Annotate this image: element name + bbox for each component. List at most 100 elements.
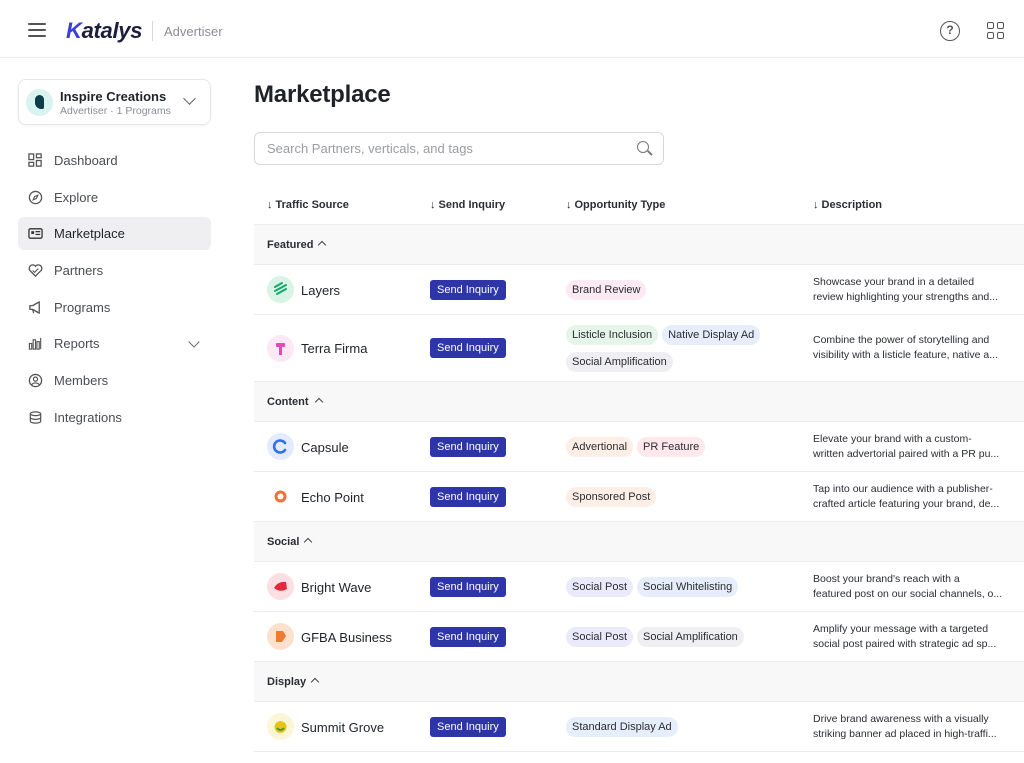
column-header-traffic-source[interactable]: ↓ Traffic Source (267, 199, 349, 211)
chevron-up-icon[interactable] (303, 537, 313, 547)
tag: Social Post (566, 577, 634, 597)
chevron-up-icon[interactable] (317, 240, 327, 250)
send-inquiry-button[interactable]: Send Inquiry (430, 717, 506, 737)
table-row[interactable]: Bright Wave Send Inquiry Social Post Soci… (254, 562, 1024, 612)
account-avatar (26, 89, 53, 116)
user-circle-icon (28, 373, 43, 388)
column-header-send-inquiry[interactable]: ↓ Send Inquiry (430, 199, 505, 211)
chevron-up-icon[interactable] (314, 397, 324, 407)
compass-icon (28, 190, 43, 204)
role-label: Advertiser (164, 24, 223, 39)
tag: Standard Display Ad (566, 717, 678, 737)
top-bar: Katalys Advertiser ? (0, 0, 1024, 58)
group-row-featured[interactable]: Featured (254, 225, 1024, 265)
partner-name[interactable]: Terra Firma (301, 341, 367, 356)
apps-grid-icon[interactable] (987, 22, 1005, 40)
tag: Social Post (566, 627, 634, 647)
sidebar-item-partners[interactable]: Partners (18, 254, 211, 287)
account-switcher[interactable]: Inspire Creations Advertiser · 1 Program… (18, 79, 211, 125)
partner-name[interactable]: Summit Grove (301, 720, 384, 735)
search-icon[interactable] (637, 141, 649, 153)
brand-logo[interactable]: Katalys (66, 18, 142, 44)
partner-name[interactable]: Capsule (301, 440, 349, 455)
capsule-logo-icon (267, 433, 294, 460)
send-inquiry-button[interactable]: Send Inquiry (430, 280, 506, 300)
help-icon[interactable]: ? (940, 21, 960, 41)
sidebar-item-label: Dashboard (54, 153, 118, 168)
chevron-down-icon (183, 92, 196, 105)
opportunity-tags: Sponsored Post (566, 487, 796, 514)
group-label: Featured (267, 239, 314, 251)
column-header-description[interactable]: ↓ Description (813, 199, 882, 211)
send-inquiry-button[interactable]: Send Inquiry (430, 577, 506, 597)
bright-wave-logo-icon (267, 573, 294, 600)
table-header: ↓ Traffic Source ↓ Send Inquiry ↓ Opportuni… (254, 186, 1024, 225)
send-inquiry-button[interactable]: Send Inquiry (430, 627, 506, 647)
group-label: Social (267, 536, 300, 548)
table-row[interactable]: Echo Point Send Inquiry Sponsored Post T… (254, 472, 1024, 522)
sidebar-item-label: Marketplace (54, 226, 125, 242)
sidebar-item-integrations[interactable]: Integrations (18, 401, 211, 434)
send-inquiry-button[interactable]: Send Inquiry (430, 437, 506, 457)
table-row[interactable]: Capsule Send Inquiry Advertional PR Featu… (254, 422, 1024, 472)
tag: Social Amplification (566, 352, 673, 372)
send-inquiry-button[interactable]: Send Inquiry (430, 487, 506, 507)
group-row-content[interactable]: Content (254, 382, 1024, 422)
partner-name[interactable]: Echo Point (301, 490, 364, 505)
sidebar-item-dashboard[interactable]: Dashboard (18, 144, 211, 177)
send-inquiry-button[interactable]: Send Inquiry (430, 338, 506, 358)
search-input[interactable] (254, 132, 664, 165)
row-description: Showcase your brand in a detailed review … (813, 276, 999, 303)
row-description: Combine the power of storytelling and vis… (813, 334, 998, 361)
table-row[interactable]: GFBA Business Send Inquiry Social Post So… (254, 612, 1024, 662)
opportunity-tags: Standard Display Ad (566, 717, 796, 744)
tag: Sponsored Post (566, 487, 657, 507)
partners-icon (28, 264, 43, 278)
sidebar-item-label: Reports (54, 336, 100, 352)
sidebar-item-members[interactable]: Members (18, 364, 211, 397)
tag: Advertional (566, 437, 634, 457)
marketplace-icon (28, 228, 43, 240)
summit-grove-logo-icon (267, 713, 294, 740)
sidebar-item-label: Partners (54, 263, 104, 279)
group-row-social[interactable]: Social (254, 522, 1024, 562)
account-name: Inspire Creations (60, 89, 167, 104)
echo-point-logo-icon (267, 483, 294, 510)
row-description: Amplify your message with a targeted soci… (813, 623, 997, 650)
opportunity-tags: Social Post Social Whitelisting (566, 577, 796, 604)
chevron-down-icon[interactable] (188, 336, 200, 349)
partner-name[interactable]: Bright Wave (301, 580, 371, 595)
partner-name[interactable]: GFBA Business (301, 630, 392, 645)
sidebar-item-programs[interactable]: Programs (18, 291, 211, 324)
table-row[interactable]: Terra Firma Send Inquiry Listicle Inclus… (254, 315, 1024, 382)
marketplace-table: ↓ Traffic Source ↓ Send Inquiry ↓ Opportuni… (254, 186, 1024, 752)
terra-firma-logo-icon (267, 335, 294, 362)
table-row[interactable]: Layers Send Inquiry Brand Review Showcas… (254, 265, 1024, 315)
table-row[interactable]: Summit Grove Send Inquiry Standard Displ… (254, 702, 1024, 752)
row-description: Tap into our audience with a publisher-c… (813, 483, 1000, 510)
group-row-display[interactable]: Display (254, 662, 1024, 702)
gfba-business-logo-icon (267, 623, 294, 650)
sidebar-item-label: Programs (54, 299, 111, 315)
sidebar-item-label: Explore (54, 189, 99, 205)
megaphone-icon (29, 300, 40, 314)
row-description: Drive brand awareness with a visually str… (813, 713, 997, 740)
integrations-icon (29, 411, 42, 424)
column-header-opportunity-type[interactable]: ↓ Opportunity Type (566, 199, 665, 211)
bar-chart-icon (28, 338, 42, 351)
opportunity-tags: Listicle Inclusion Native Display Ad Socia… (566, 325, 796, 379)
row-description: Boost your brand's reach with a featured … (813, 573, 1003, 600)
chevron-up-icon[interactable] (310, 677, 320, 687)
sidebar-item-marketplace[interactable]: Marketplace (18, 217, 211, 251)
logo-divider (152, 21, 153, 41)
sidebar-item-reports[interactable]: Reports (18, 327, 211, 360)
opportunity-tags: Advertional PR Feature (566, 437, 796, 464)
opportunity-tags: Brand Review (566, 280, 796, 307)
group-label: Display (267, 676, 307, 688)
sidebar-item-explore[interactable]: Explore (18, 181, 211, 214)
tag: Listicle Inclusion (566, 325, 659, 345)
hamburger-menu-icon[interactable] (28, 23, 46, 37)
partner-name[interactable]: Layers (301, 283, 340, 298)
sidebar-item-label: Integrations (54, 409, 122, 425)
row-description: Elevate your brand with a custom-written… (813, 433, 1000, 460)
